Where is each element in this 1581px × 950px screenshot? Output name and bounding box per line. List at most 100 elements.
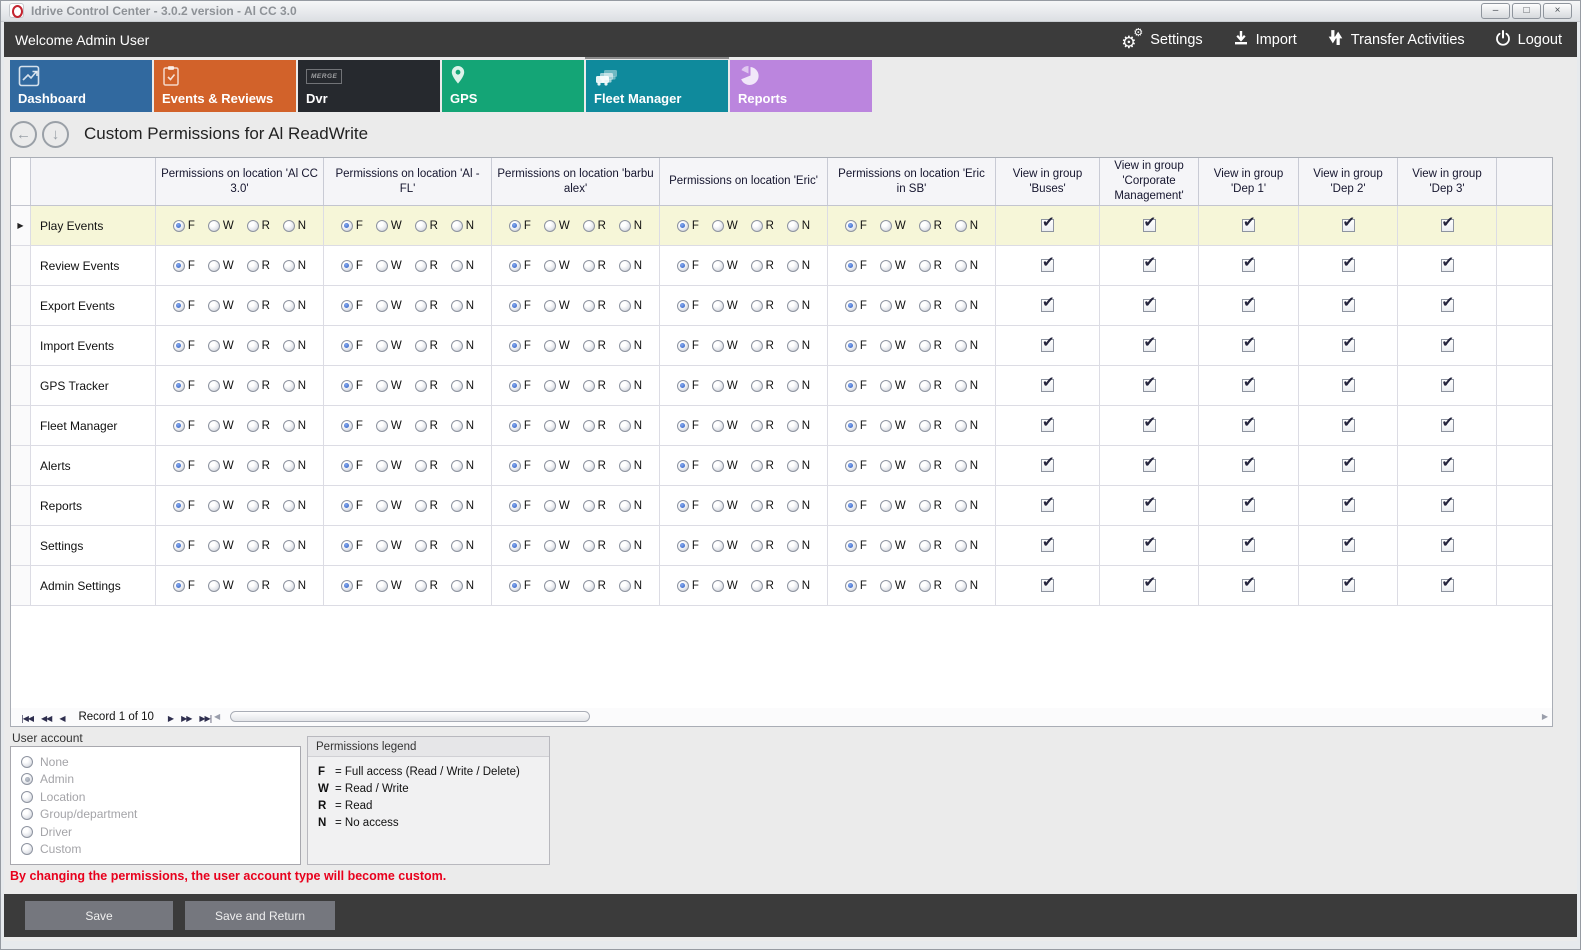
- group-view-checkbox[interactable]: [1342, 299, 1355, 312]
- scroll-left-icon[interactable]: ◀: [214, 712, 220, 721]
- radio-icon[interactable]: [845, 460, 857, 472]
- group-view-checkbox[interactable]: [1242, 419, 1255, 432]
- radio-option-W[interactable]: W: [880, 260, 906, 272]
- radio-option-R[interactable]: R: [415, 540, 438, 552]
- tab-reports[interactable]: Reports: [730, 60, 872, 112]
- radio-icon[interactable]: [955, 580, 967, 592]
- radio-option-N[interactable]: N: [283, 380, 306, 392]
- group-view-checkbox[interactable]: [1041, 499, 1054, 512]
- radio-icon[interactable]: [247, 380, 259, 392]
- radio-icon[interactable]: [677, 380, 689, 392]
- radio-option-F[interactable]: F: [509, 460, 531, 472]
- radio-option-F[interactable]: F: [845, 300, 867, 312]
- radio-option-W[interactable]: W: [376, 340, 402, 352]
- radio-option-W[interactable]: W: [208, 580, 234, 592]
- next-record-button[interactable]: ▶: [168, 714, 173, 723]
- radio-option-R[interactable]: R: [583, 340, 606, 352]
- radio-icon[interactable]: [208, 260, 220, 272]
- radio-option-R[interactable]: R: [919, 580, 942, 592]
- radio-option-W[interactable]: W: [880, 420, 906, 432]
- radio-option-R[interactable]: R: [247, 380, 270, 392]
- radio-option-F[interactable]: F: [677, 220, 699, 232]
- radio-icon[interactable]: [919, 580, 931, 592]
- group-view-checkbox[interactable]: [1342, 579, 1355, 592]
- radio-icon[interactable]: [544, 540, 556, 552]
- radio-icon[interactable]: [544, 340, 556, 352]
- radio-option-R[interactable]: R: [583, 500, 606, 512]
- radio-icon[interactable]: [787, 500, 799, 512]
- radio-option-W[interactable]: W: [208, 420, 234, 432]
- group-view-checkbox[interactable]: [1342, 219, 1355, 232]
- radio-option-W[interactable]: W: [712, 300, 738, 312]
- radio-option-F[interactable]: F: [173, 380, 195, 392]
- radio-icon[interactable]: [247, 300, 259, 312]
- radio-option-W[interactable]: W: [376, 220, 402, 232]
- radio-option-R[interactable]: R: [415, 340, 438, 352]
- group-view-checkbox[interactable]: [1242, 379, 1255, 392]
- radio-icon[interactable]: [173, 500, 185, 512]
- radio-icon[interactable]: [376, 460, 388, 472]
- radio-icon[interactable]: [208, 300, 220, 312]
- radio-option-R[interactable]: R: [415, 300, 438, 312]
- radio-icon[interactable]: [919, 540, 931, 552]
- radio-option-F[interactable]: F: [173, 300, 195, 312]
- radio-option-N[interactable]: N: [619, 540, 642, 552]
- radio-icon[interactable]: [880, 420, 892, 432]
- radio-option-F[interactable]: F: [341, 460, 363, 472]
- radio-option-R[interactable]: R: [751, 260, 774, 272]
- radio-option-N[interactable]: N: [955, 380, 978, 392]
- radio-option-F[interactable]: F: [845, 580, 867, 592]
- radio-icon[interactable]: [583, 220, 595, 232]
- radio-icon[interactable]: [845, 220, 857, 232]
- radio-icon[interactable]: [787, 300, 799, 312]
- radio-icon[interactable]: [712, 340, 724, 352]
- radio-icon[interactable]: [173, 340, 185, 352]
- radio-option-N[interactable]: N: [619, 380, 642, 392]
- radio-icon[interactable]: [919, 500, 931, 512]
- radio-option-N[interactable]: N: [955, 540, 978, 552]
- radio-icon[interactable]: [509, 540, 521, 552]
- radio-option-F[interactable]: F: [509, 540, 531, 552]
- radio-icon[interactable]: [880, 500, 892, 512]
- radio-option-N[interactable]: N: [787, 220, 810, 232]
- radio-icon[interactable]: [247, 340, 259, 352]
- radio-icon[interactable]: [415, 340, 427, 352]
- radio-icon[interactable]: [415, 540, 427, 552]
- radio-icon[interactable]: [544, 380, 556, 392]
- group-view-checkbox[interactable]: [1441, 379, 1454, 392]
- radio-option-W[interactable]: W: [712, 500, 738, 512]
- radio-option-F[interactable]: F: [845, 380, 867, 392]
- group-view-checkbox[interactable]: [1143, 499, 1156, 512]
- radio-icon[interactable]: [208, 460, 220, 472]
- radio-icon[interactable]: [677, 300, 689, 312]
- group-view-checkbox[interactable]: [1441, 299, 1454, 312]
- close-button[interactable]: ×: [1543, 3, 1572, 19]
- group-view-checkbox[interactable]: [1041, 219, 1054, 232]
- tab-fleet-manager[interactable]: Fleet Manager: [586, 60, 728, 112]
- radio-icon[interactable]: [341, 340, 353, 352]
- radio-option-W[interactable]: W: [544, 460, 570, 472]
- radio-icon[interactable]: [845, 580, 857, 592]
- radio-option-N[interactable]: N: [283, 220, 306, 232]
- radio-option-W[interactable]: W: [712, 260, 738, 272]
- radio-icon[interactable]: [583, 460, 595, 472]
- radio-icon[interactable]: [751, 580, 763, 592]
- radio-icon[interactable]: [787, 380, 799, 392]
- group-view-checkbox[interactable]: [1242, 219, 1255, 232]
- radio-icon[interactable]: [880, 580, 892, 592]
- group-view-checkbox[interactable]: [1441, 219, 1454, 232]
- radio-icon[interactable]: [376, 580, 388, 592]
- radio-option-W[interactable]: W: [544, 260, 570, 272]
- radio-icon[interactable]: [583, 540, 595, 552]
- radio-option-F[interactable]: F: [845, 220, 867, 232]
- radio-option-N[interactable]: N: [955, 500, 978, 512]
- radio-icon[interactable]: [415, 460, 427, 472]
- radio-option-R[interactable]: R: [919, 340, 942, 352]
- group-view-checkbox[interactable]: [1143, 219, 1156, 232]
- radio-icon[interactable]: [751, 300, 763, 312]
- radio-option-N[interactable]: N: [619, 300, 642, 312]
- radio-option-N[interactable]: N: [451, 340, 474, 352]
- radio-option-N[interactable]: N: [955, 460, 978, 472]
- column-header-group-3[interactable]: View in group 'Dep 2': [1299, 158, 1398, 205]
- radio-icon[interactable]: [173, 260, 185, 272]
